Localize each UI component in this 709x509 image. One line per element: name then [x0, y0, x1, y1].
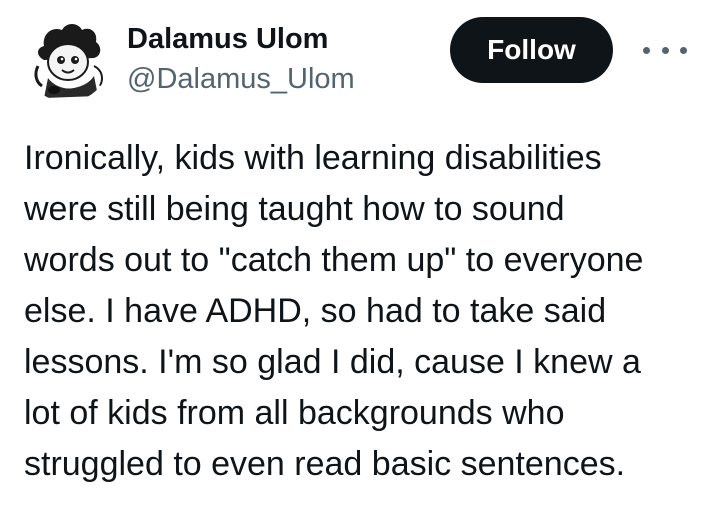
author-info: Dalamus Ulom @Dalamus_Ulom [127, 20, 355, 98]
more-dot [680, 46, 687, 54]
follow-button[interactable]: Follow [450, 17, 613, 83]
avatar[interactable] [24, 16, 110, 102]
more-options-icon[interactable] [643, 38, 687, 62]
more-dot [643, 46, 650, 54]
user-handle[interactable]: @Dalamus_Ulom [127, 60, 355, 98]
tweet-card: Dalamus Ulom @Dalamus_Ulom Follow Ironic… [0, 0, 709, 509]
tweet-text: Ironically, kids with learning disabilit… [24, 139, 644, 483]
more-dot [661, 46, 669, 54]
cartoon-character-avatar-icon [24, 16, 110, 102]
display-name[interactable]: Dalamus Ulom [127, 20, 355, 58]
